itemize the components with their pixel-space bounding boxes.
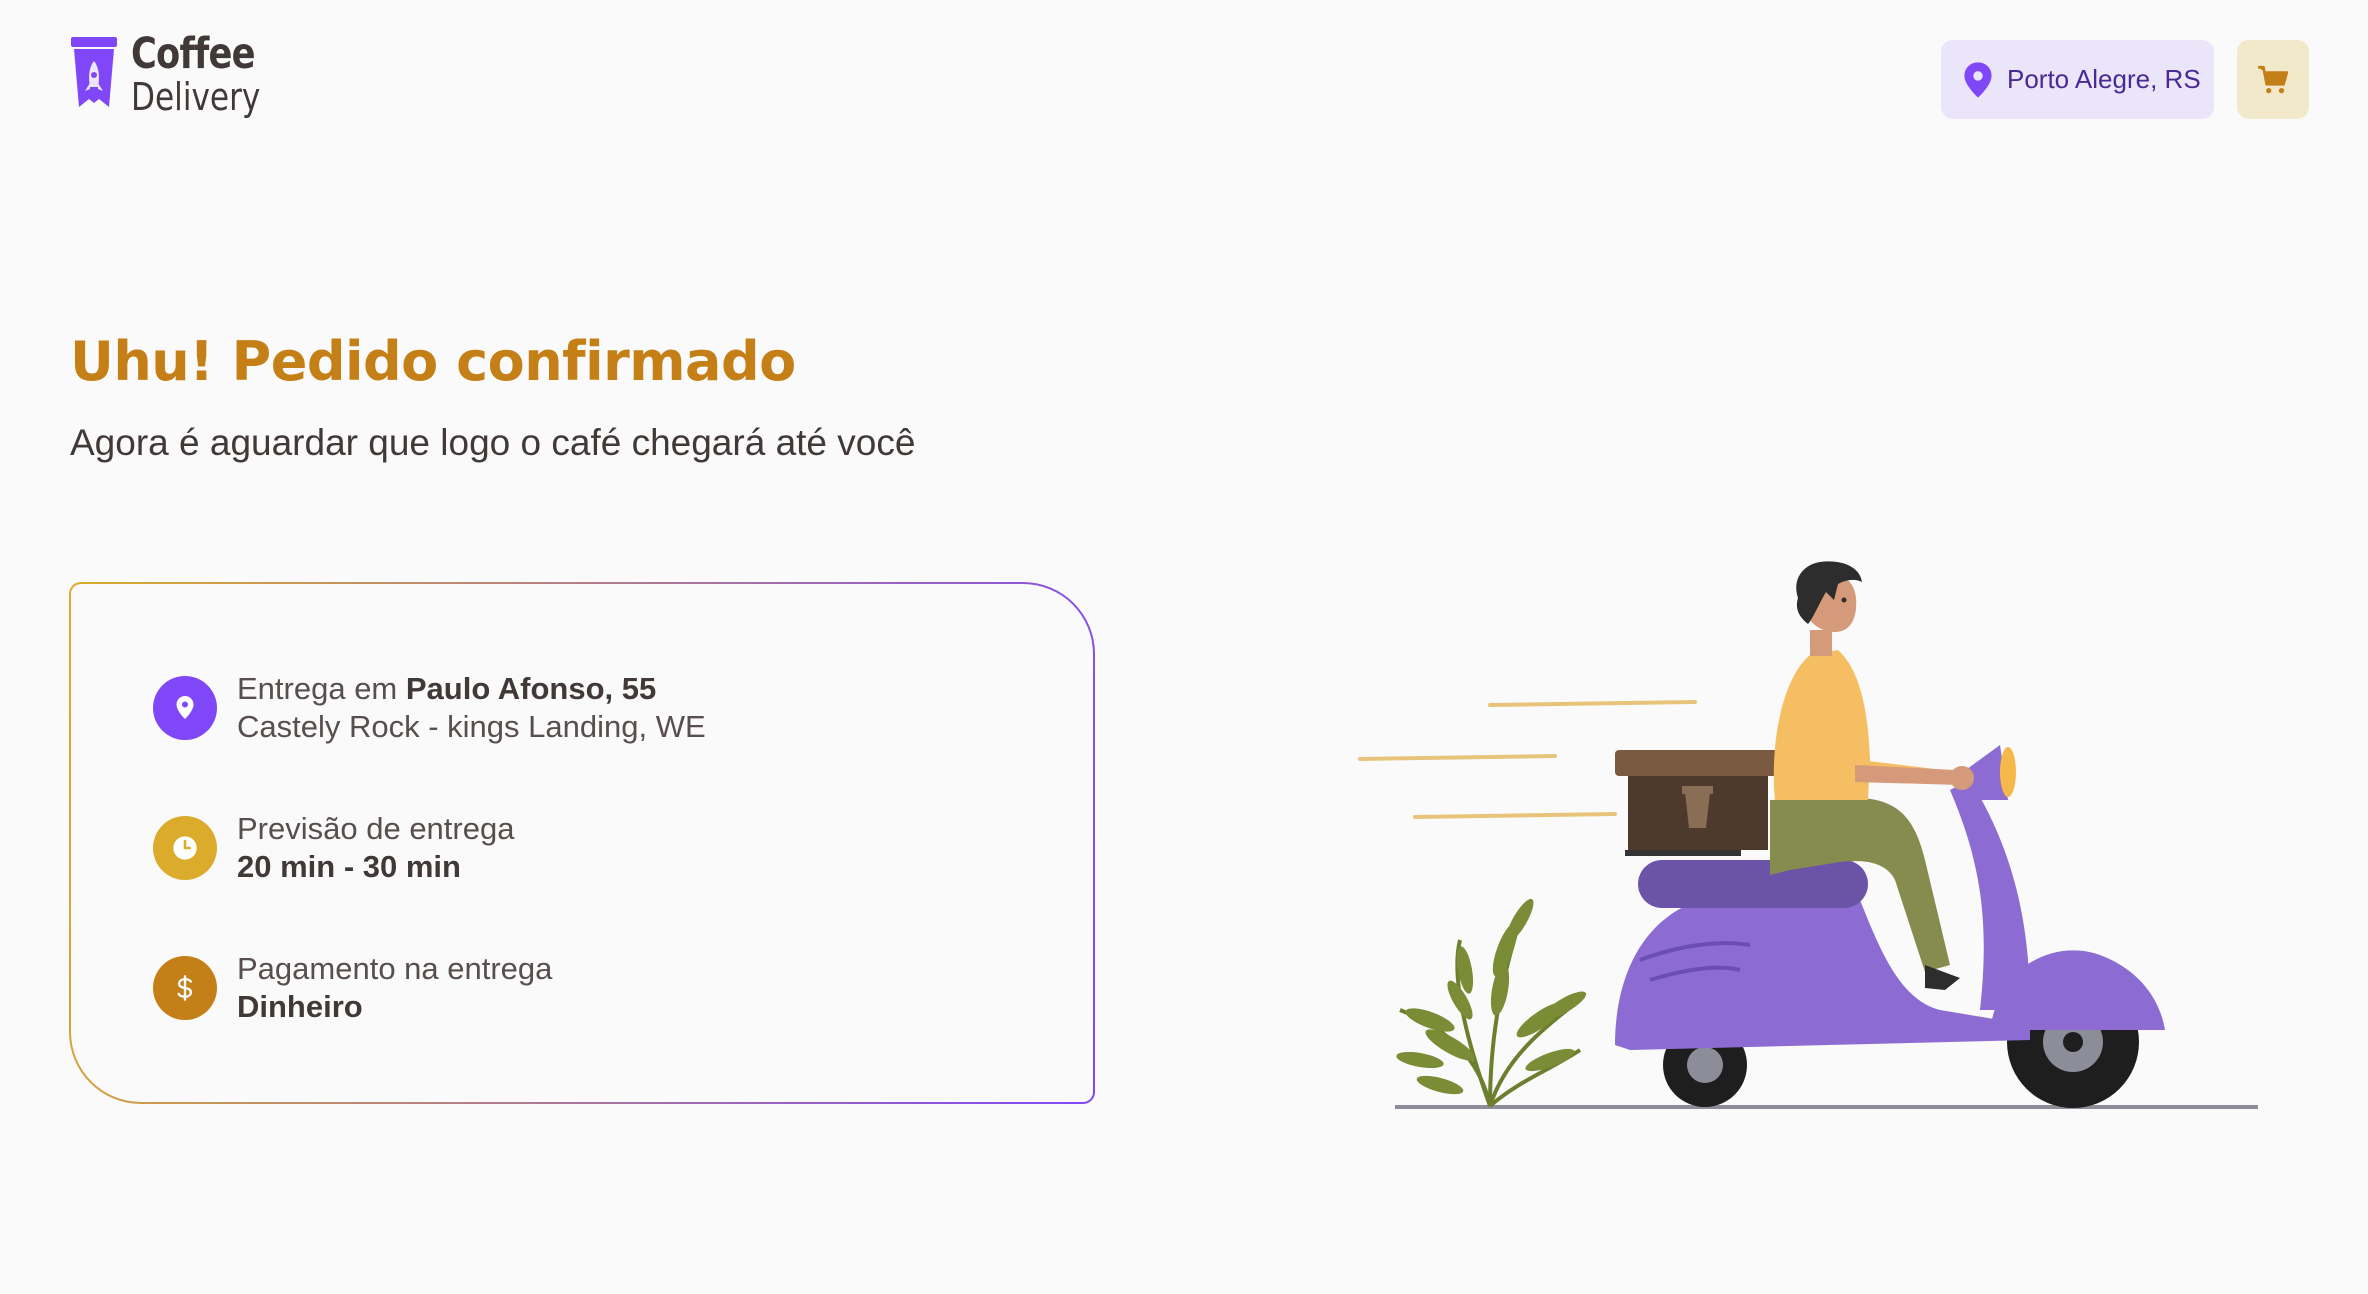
delivery-time-info: Previsão de entrega 20 min - 30 min [153, 810, 514, 886]
delivery-man-on-scooter-illustration [1358, 561, 2258, 1109]
currency-dollar-icon [153, 956, 217, 1020]
payment-value: Dinheiro [237, 989, 363, 1024]
page-title: Uhu! Pedido confirmado [70, 330, 796, 393]
delivery-time-label: Previsão de entrega [237, 811, 515, 846]
order-confirmed-page: Coffee Delivery Porto Alegre, RS Uhu! Pe… [0, 0, 2368, 1294]
address-prefix: Entrega em [237, 671, 406, 706]
location-text: Porto Alegre, RS [2007, 64, 2201, 94]
cart-button[interactable] [2237, 40, 2309, 119]
payment-info: Pagamento na entrega Dinheiro [153, 950, 552, 1026]
map-pin-icon [153, 676, 217, 740]
order-info-card: Entrega em Paulo Afonso, 55 Castely Rock… [69, 582, 1095, 1104]
address-info: Entrega em Paulo Afonso, 55 Castely Rock… [153, 670, 706, 746]
page-subtitle: Agora é aguardar que logo o café chegará… [70, 422, 916, 463]
coffee-cup-rocket-icon [71, 37, 117, 107]
logo-text-coffee: Coffee [131, 29, 256, 79]
address-city: Castely Rock - kings Landing, WE [237, 709, 706, 744]
shopping-cart-icon [2258, 65, 2289, 93]
delivery-time-value: 20 min - 30 min [237, 849, 461, 884]
timer-icon [153, 816, 217, 880]
payment-label: Pagamento na entrega [237, 951, 553, 986]
plant-illustration [1396, 898, 1587, 1108]
scooter-illustration [1615, 745, 2165, 1108]
coffee-delivery-logo[interactable]: Coffee Delivery [69, 33, 289, 116]
map-pin-icon [1964, 61, 1992, 98]
logo-text-delivery: Delivery [131, 75, 261, 119]
location-button[interactable]: Porto Alegre, RS [1941, 40, 2214, 119]
address-street: Paulo Afonso, 55 [405, 671, 657, 706]
